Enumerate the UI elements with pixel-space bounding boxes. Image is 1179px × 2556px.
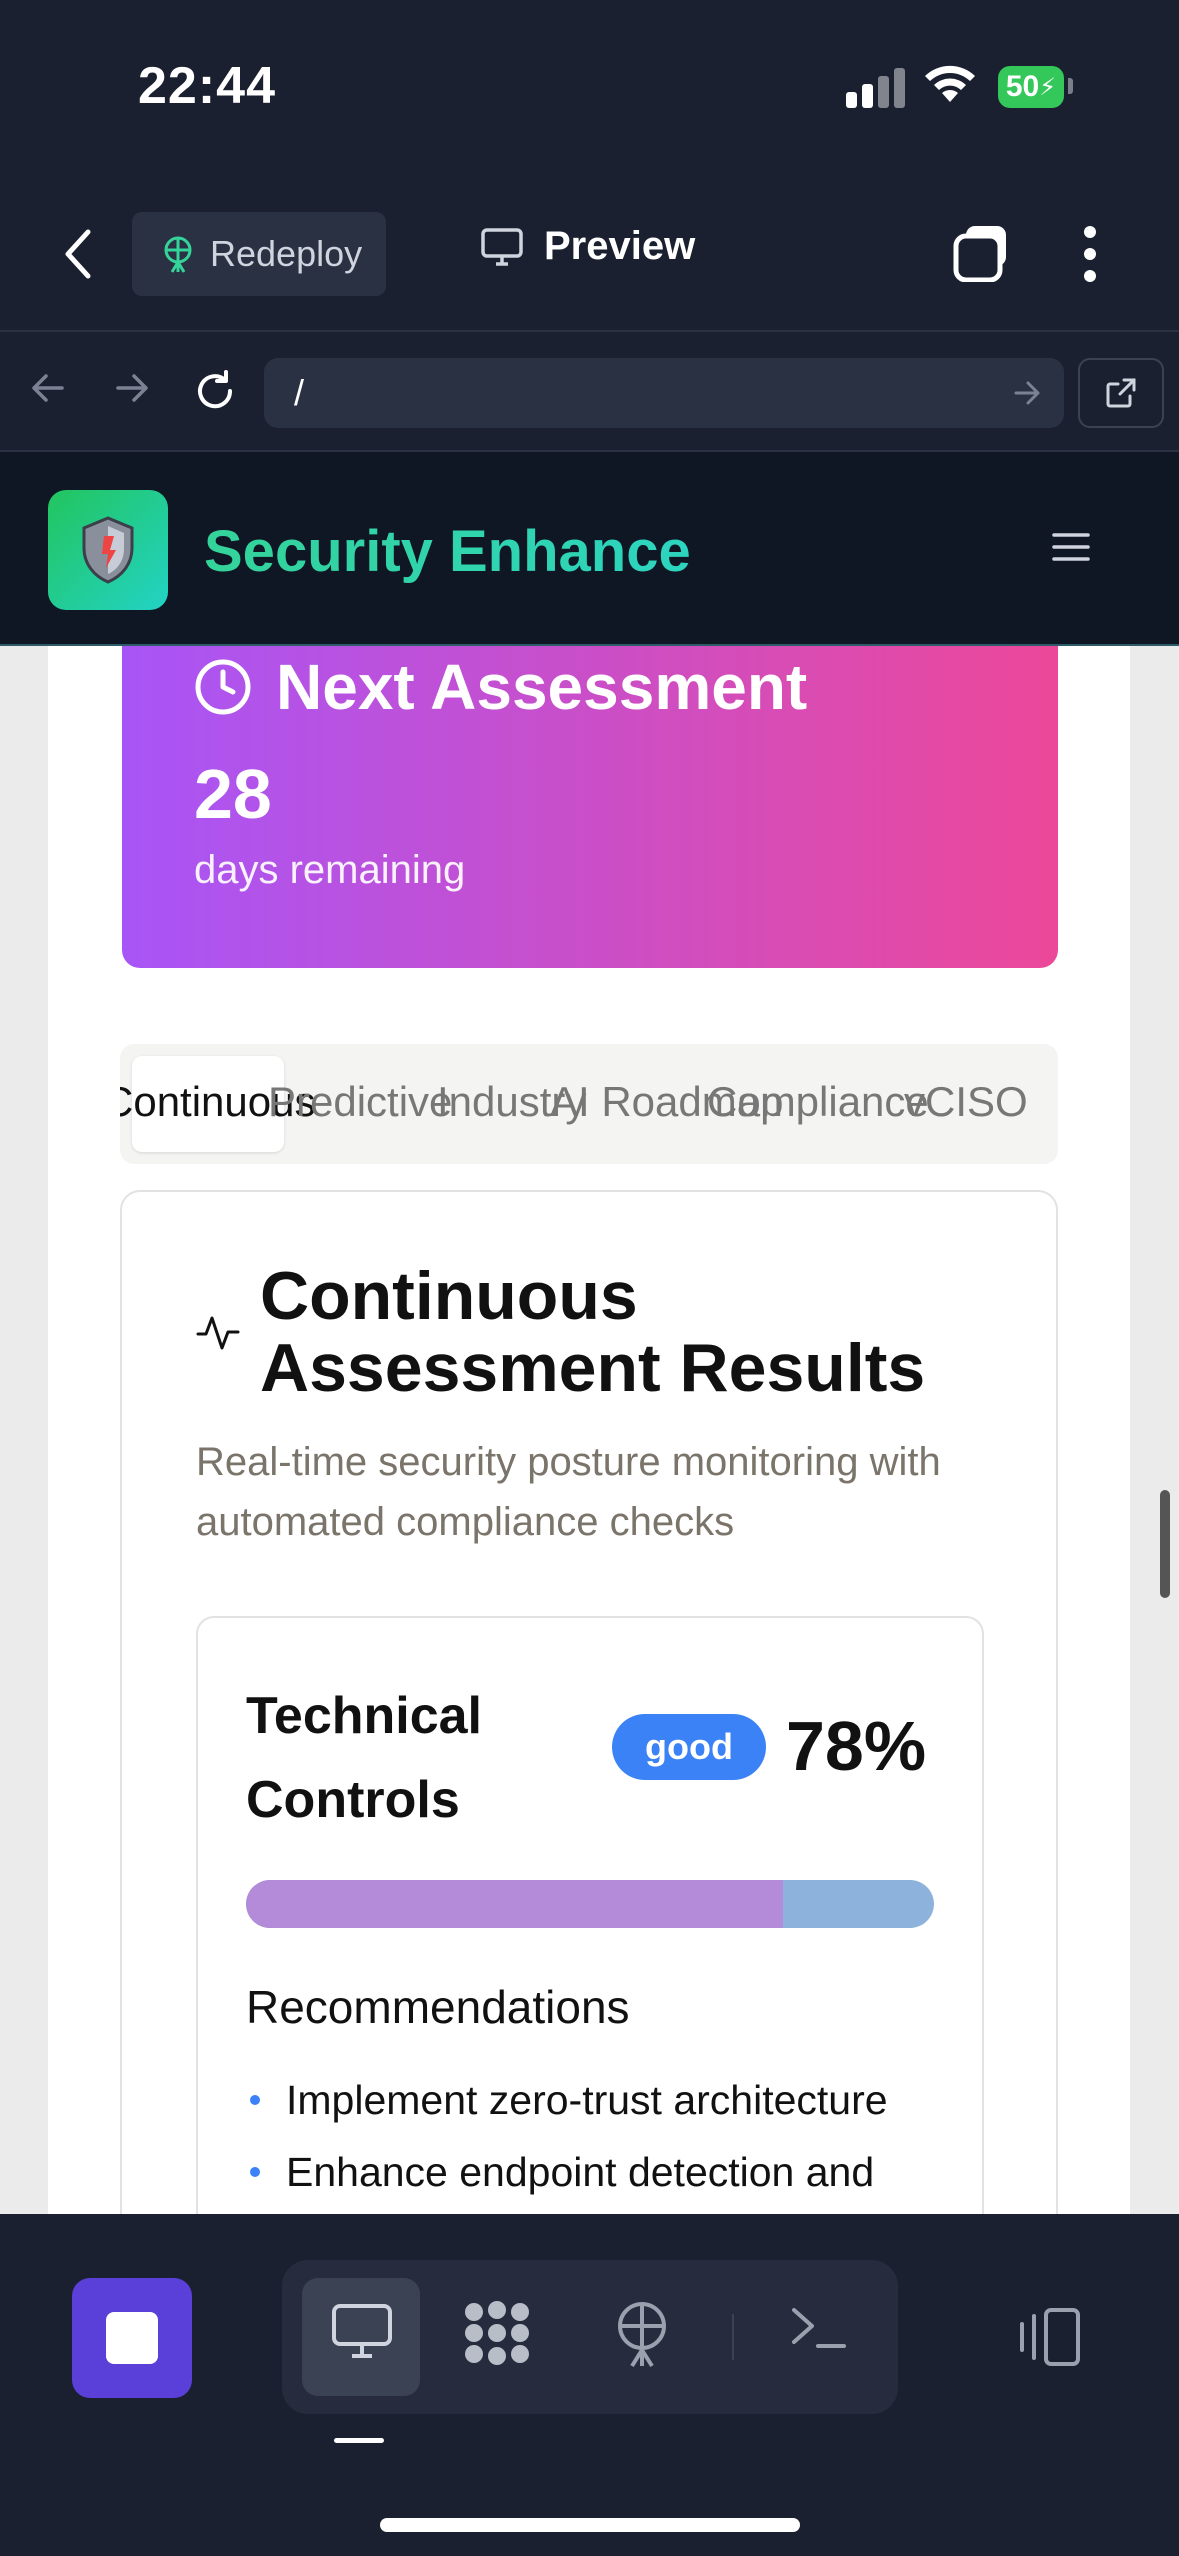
activity-icon bbox=[196, 1316, 240, 1350]
arrow-left-icon[interactable] bbox=[28, 368, 68, 408]
more-vertical-icon[interactable] bbox=[1082, 226, 1098, 282]
app-bar: Redeploy Preview bbox=[0, 180, 1179, 330]
status-bar: 22:44 50 ⚡ bbox=[0, 0, 1179, 180]
recommendation-text: Implement zero-trust architecture bbox=[286, 2077, 888, 2123]
results-title: Continuous Assessment Results bbox=[260, 1258, 926, 1406]
tabs-icon[interactable] bbox=[952, 222, 1012, 282]
stop-button[interactable] bbox=[72, 2278, 192, 2398]
bullet-icon bbox=[250, 2095, 260, 2105]
monitor-icon[interactable] bbox=[330, 2300, 394, 2364]
open-external-button[interactable] bbox=[1078, 358, 1164, 428]
redeploy-button[interactable]: Redeploy bbox=[132, 212, 386, 296]
external-link-icon bbox=[1106, 378, 1136, 408]
next-assessment-title: Next Assessment bbox=[276, 651, 808, 723]
recommendations-title: Recommendations bbox=[246, 1981, 630, 2033]
components-icon[interactable] bbox=[460, 2300, 534, 2366]
days-remaining-count: 28 bbox=[194, 755, 272, 833]
redeploy-label: Redeploy bbox=[210, 233, 363, 274]
toolbar-divider bbox=[732, 2314, 734, 2360]
recommendation-text: Enhance endpoint detection and bbox=[286, 2149, 875, 2195]
metric-progress-fill bbox=[246, 1880, 783, 1928]
clock-icon bbox=[195, 659, 251, 715]
shield-logo[interactable] bbox=[48, 490, 168, 610]
chevron-left-icon[interactable] bbox=[60, 226, 94, 282]
shield-icon bbox=[82, 516, 134, 584]
reload-icon[interactable] bbox=[192, 368, 238, 414]
tab-compliance[interactable]: Compliance bbox=[707, 1078, 929, 1126]
continuous-results-card: Continuous Assessment Results Real-time … bbox=[120, 1190, 1058, 2214]
assessment-tabs: Continuous Predictive Industry AI Roadma… bbox=[120, 1044, 1058, 1164]
monitor-icon bbox=[481, 227, 523, 266]
next-assessment-heading: Next Assessment bbox=[194, 650, 807, 724]
url-text: / bbox=[294, 372, 305, 413]
next-assessment-card: Next Assessment 28 days remaining bbox=[122, 646, 1058, 968]
home-indicator[interactable] bbox=[380, 2518, 800, 2532]
cellular-signal-icon bbox=[846, 68, 906, 108]
hamburger-icon[interactable] bbox=[1052, 532, 1090, 562]
metric-percent: 78% bbox=[786, 1707, 927, 1785]
metric-card-technical-controls: Technical Controls good 78% Recommendati… bbox=[196, 1616, 984, 2214]
page-content: Next Assessment 28 days remaining Contin… bbox=[0, 646, 1179, 2214]
site-title[interactable]: Security Enhance bbox=[204, 518, 691, 585]
metric-name: Technical Controls bbox=[246, 1687, 483, 1829]
device-switch-icon[interactable] bbox=[1010, 2306, 1082, 2368]
list-item: Implement zero-trust architecture bbox=[246, 2064, 888, 2136]
results-description: Real-time security posture monitoring wi… bbox=[196, 1440, 941, 1544]
tab-vciso[interactable]: vCISO bbox=[904, 1078, 1028, 1126]
url-input[interactable]: / bbox=[264, 358, 1064, 428]
results-heading: Continuous Assessment Results bbox=[196, 1260, 960, 1404]
recommendations-list: Implement zero-trust architecture Enhanc… bbox=[246, 2064, 888, 2208]
status-time: 22:44 bbox=[138, 57, 276, 115]
wifi-icon bbox=[925, 65, 975, 102]
list-item: Enhance endpoint detection and bbox=[246, 2136, 888, 2208]
arrow-right-icon[interactable] bbox=[112, 368, 152, 408]
tab-predictive[interactable]: Predictive bbox=[268, 1078, 452, 1126]
scrollbar-thumb[interactable] bbox=[1160, 1490, 1170, 1598]
antenna-icon[interactable] bbox=[612, 2300, 672, 2370]
site-header: Security Enhance bbox=[0, 452, 1179, 646]
stop-icon bbox=[106, 2312, 158, 2364]
active-view-underline bbox=[334, 2438, 384, 2443]
bullet-icon bbox=[250, 2167, 260, 2177]
bottom-toolbar bbox=[0, 2214, 1179, 2556]
antenna-icon bbox=[164, 236, 192, 273]
battery-icon: 50 ⚡ bbox=[998, 66, 1064, 108]
browser-url-bar: / bbox=[0, 330, 1179, 452]
metric-progress-bar bbox=[246, 1880, 934, 1928]
preview-label: Preview bbox=[544, 224, 696, 268]
battery-nub bbox=[1068, 78, 1073, 94]
days-remaining-label: days remaining bbox=[194, 848, 466, 892]
preview-tab[interactable]: Preview bbox=[480, 224, 695, 269]
terminal-icon[interactable] bbox=[788, 2300, 850, 2356]
battery-level: 50 bbox=[1005, 70, 1040, 103]
status-badge: good bbox=[612, 1714, 766, 1780]
go-arrow-icon[interactable] bbox=[1012, 378, 1042, 408]
view-switcher bbox=[282, 2260, 898, 2414]
